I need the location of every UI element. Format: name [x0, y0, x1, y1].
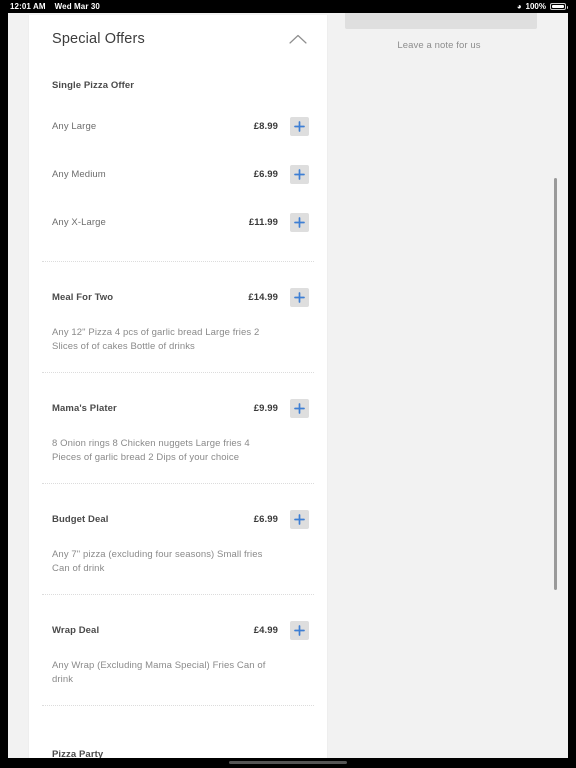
note-panel: Leave a note for us — [330, 13, 568, 758]
offer-item-row[interactable]: Budget Deal £6.99 — [29, 510, 327, 540]
tablet-device-frame: 12:01 AM Wed Mar 30 ◕ 100% Special Offer… — [0, 0, 576, 768]
wifi-icon: ◕ — [516, 1, 522, 11]
offer-item-price: £6.99 — [253, 169, 278, 180]
offer-item-name: Meal For Two — [52, 292, 114, 303]
section-label: Pizza Party — [52, 749, 104, 758]
home-indicator — [229, 761, 347, 764]
offer-item-price: £6.99 — [253, 514, 278, 525]
battery-icon — [550, 3, 568, 10]
offer-item-row[interactable]: Any Large £8.99 — [29, 117, 327, 147]
status-bar: 12:01 AM Wed Mar 30 ◕ 100% — [0, 0, 576, 13]
status-bar-time: 12:01 AM — [10, 2, 46, 11]
page-title: Special Offers — [52, 31, 145, 47]
special-offers-card: Special Offers Single Pizza Offer Any Lar… — [28, 15, 328, 758]
note-input[interactable] — [345, 13, 537, 29]
offer-item-price: £9.99 — [253, 403, 278, 414]
offer-item-description: 8 Onion rings 8 Chicken nuggets Large fr… — [52, 438, 250, 463]
offer-item-description: Any 12" Pizza 4 pcs of garlic bread Larg… — [52, 327, 260, 352]
vertical-scrollbar[interactable] — [554, 178, 557, 590]
app-screen: Special Offers Single Pizza Offer Any Lar… — [8, 13, 568, 758]
offer-item-price: £11.99 — [248, 217, 278, 228]
plus-icon[interactable] — [290, 288, 309, 307]
plus-icon[interactable] — [290, 117, 309, 136]
special-offers-header[interactable]: Special Offers — [29, 15, 327, 63]
plus-icon[interactable] — [290, 510, 309, 529]
note-placeholder-label: Leave a note for us — [397, 40, 481, 51]
offer-item-name: Budget Deal — [52, 514, 109, 525]
battery-percent-label: 100% — [525, 2, 546, 11]
offer-item-description: Any Wrap (Excluding Mama Special) Fries … — [52, 660, 266, 685]
offer-item-name: Any Large — [52, 121, 97, 132]
plus-icon[interactable] — [290, 213, 309, 232]
offer-item-name: Mama's Plater — [52, 403, 117, 414]
offer-item-name: Wrap Deal — [52, 625, 100, 636]
offer-item-name: Any X-Large — [52, 217, 106, 228]
status-bar-left: 12:01 AM Wed Mar 30 — [10, 2, 100, 11]
offer-item-row[interactable]: Any Medium £6.99 — [29, 165, 327, 195]
offer-item-row[interactable]: Any X-Large £11.99 — [29, 213, 327, 243]
plus-icon[interactable] — [290, 399, 309, 418]
chevron-up-icon[interactable] — [287, 28, 309, 50]
offer-item-price: £8.99 — [253, 121, 278, 132]
offers-list: Single Pizza Offer Any Large £8.99 Any Medi… — [29, 63, 327, 758]
offer-item-row[interactable]: Meal For Two £14.99 — [29, 288, 327, 318]
offer-item-price: £4.99 — [253, 625, 278, 636]
offer-item-row[interactable]: Mama's Plater £9.99 — [29, 399, 327, 429]
status-bar-date: Wed Mar 30 — [54, 2, 100, 11]
status-bar-right: ◕ 100% — [516, 1, 568, 11]
offer-item-row[interactable]: Wrap Deal £4.99 — [29, 621, 327, 651]
plus-icon[interactable] — [290, 621, 309, 640]
section-label: Single Pizza Offer — [52, 80, 135, 91]
plus-icon[interactable] — [290, 165, 309, 184]
offer-item-name: Any Medium — [52, 169, 106, 180]
offer-item-price: £14.99 — [248, 292, 278, 303]
offer-item-description: Any 7" pizza (excluding four seasons) Sm… — [52, 549, 263, 574]
